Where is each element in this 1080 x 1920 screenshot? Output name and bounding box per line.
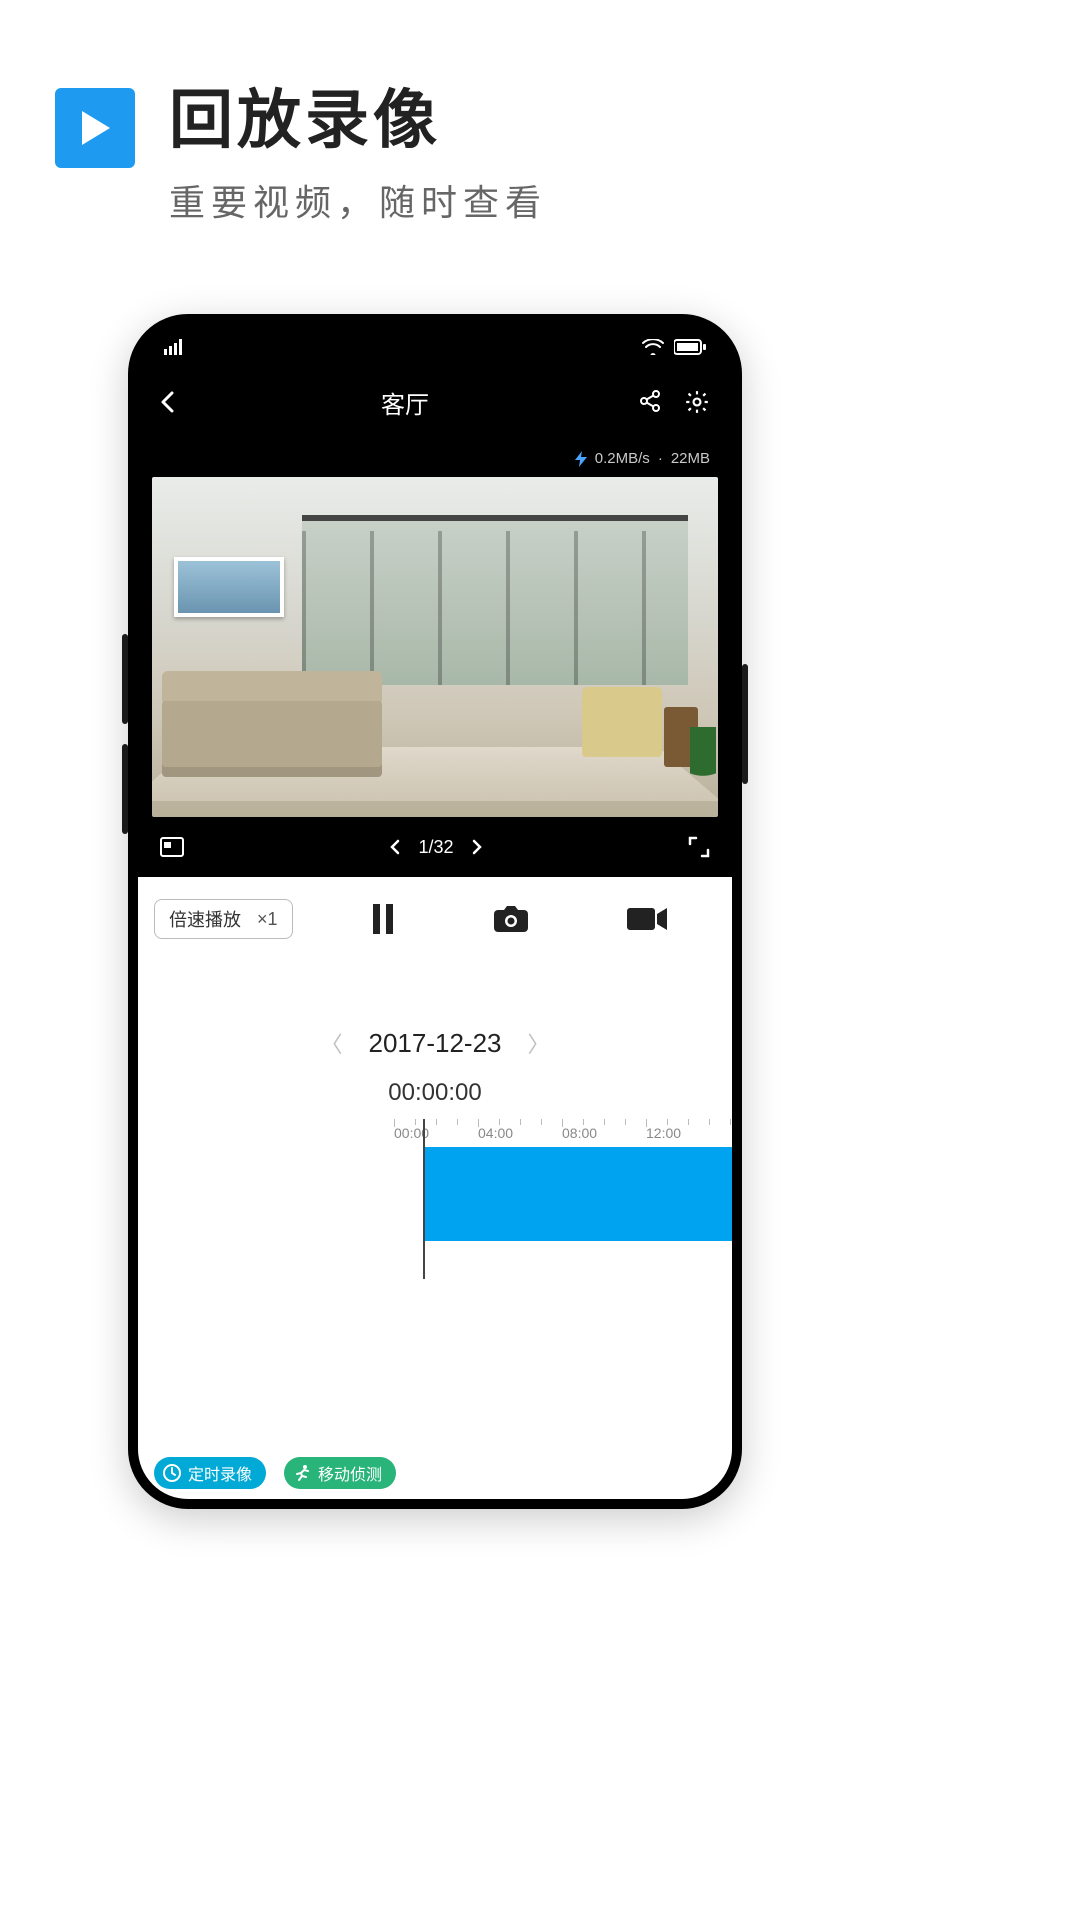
- app-header: 客厅: [138, 370, 732, 434]
- timecode: 00:00:00: [154, 1079, 716, 1107]
- date-value[interactable]: 2017-12-23: [369, 1028, 502, 1059]
- net-sep: ·: [658, 450, 663, 467]
- clock-icon: [162, 1463, 182, 1483]
- date-prev[interactable]: 〈: [320, 1027, 342, 1059]
- date-next[interactable]: 〉: [528, 1027, 550, 1059]
- legend-scheduled-label: 定时录像: [188, 1461, 252, 1485]
- tick-2: 08:00: [562, 1125, 646, 1145]
- lightning-icon: [575, 451, 587, 467]
- multi-view-icon[interactable]: [160, 837, 184, 857]
- phone-screen: 客厅 0.2MB/s · 22MB: [138, 324, 732, 1499]
- legend-motion-label: 移动侦测: [318, 1461, 382, 1485]
- pager-next[interactable]: [472, 839, 482, 855]
- share-icon[interactable]: [638, 389, 662, 415]
- play-ghost-decor: [1020, 410, 1080, 530]
- legend-motion[interactable]: 移动侦测: [284, 1457, 396, 1489]
- pager-prev[interactable]: [390, 839, 400, 855]
- phone-mockup: 客厅 0.2MB/s · 22MB: [128, 314, 742, 1509]
- tick-1: 04:00: [478, 1125, 562, 1145]
- tick-0: 00:00: [394, 1125, 478, 1145]
- running-icon: [292, 1463, 312, 1483]
- speed-value: ×1: [257, 909, 278, 930]
- timeline-ticks: 00:00 04:00 08:00 12:00: [394, 1125, 732, 1145]
- play-icon: [55, 88, 135, 168]
- snapshot-button[interactable]: [493, 905, 529, 933]
- legend-scheduled[interactable]: 定时录像: [154, 1457, 266, 1489]
- settings-icon[interactable]: [684, 389, 710, 415]
- pager-bar: 1/32: [138, 817, 732, 877]
- network-info: 0.2MB/s · 22MB: [138, 434, 732, 477]
- playback-speed-button[interactable]: 倍速播放 ×1: [154, 899, 293, 939]
- net-speed: 0.2MB/s: [595, 450, 650, 467]
- speed-label: 倍速播放: [169, 906, 241, 932]
- page-title: 回放录像: [169, 88, 547, 152]
- battery-icon: [674, 339, 706, 355]
- camera-title: 客厅: [200, 385, 610, 420]
- back-button[interactable]: [160, 391, 200, 413]
- pause-button[interactable]: [371, 904, 395, 934]
- tick-3: 12:00: [646, 1125, 730, 1145]
- wifi-icon: [642, 339, 664, 355]
- page-subtitle: 重要视频，随时查看: [169, 174, 547, 226]
- page-header: 回放录像 重要视频，随时查看: [55, 88, 547, 226]
- net-size: 22MB: [671, 450, 710, 467]
- timeline[interactable]: 00:00 04:00 08:00 12:00: [154, 1119, 716, 1289]
- status-bar: [138, 324, 732, 370]
- recording-block[interactable]: [425, 1147, 732, 1241]
- legend: 定时录像 移动侦测: [154, 1457, 396, 1489]
- date-selector: 〈 2017-12-23 〉: [154, 1027, 716, 1059]
- signal-icon: [164, 339, 186, 355]
- video-feed[interactable]: [152, 477, 718, 817]
- record-button[interactable]: [627, 906, 667, 932]
- controls-panel: 倍速播放 ×1 〈 2017-12-23: [138, 877, 732, 1499]
- playhead[interactable]: [423, 1119, 425, 1279]
- fullscreen-icon[interactable]: [688, 836, 710, 858]
- pager-text: 1/32: [418, 837, 453, 858]
